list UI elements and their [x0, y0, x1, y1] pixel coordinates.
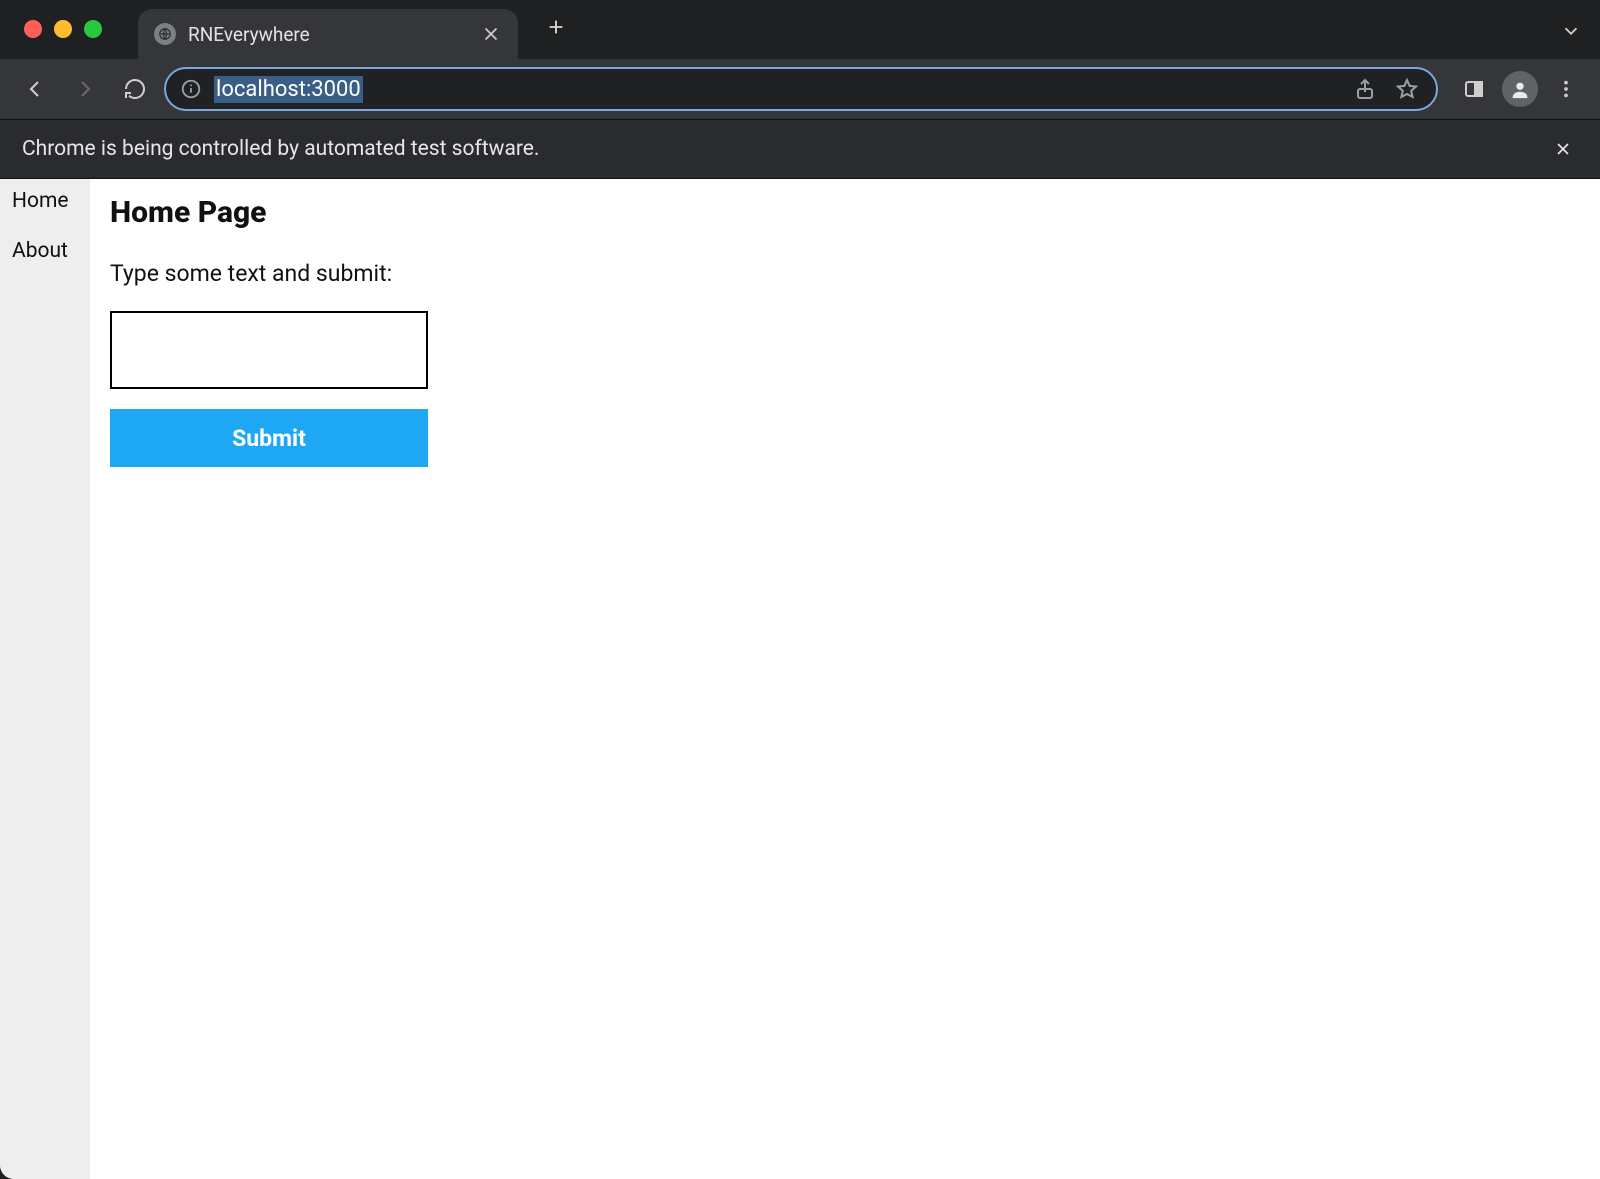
share-icon[interactable]: [1350, 74, 1380, 104]
omnibox-actions: [1350, 74, 1422, 104]
browser-tab[interactable]: RNEverywhere: [138, 9, 518, 59]
close-icon[interactable]: [1548, 134, 1578, 164]
bookmark-icon[interactable]: [1392, 74, 1422, 104]
main-content: Home Page Type some text and submit: Sub…: [90, 179, 1600, 1179]
reload-button[interactable]: [114, 68, 156, 110]
site-info-icon[interactable]: [180, 78, 202, 100]
automation-infobar: Chrome is being controlled by automated …: [0, 119, 1600, 179]
menu-icon[interactable]: [1546, 69, 1586, 109]
text-input[interactable]: [110, 311, 428, 389]
globe-icon: [154, 23, 176, 45]
window-maximize-button[interactable]: [84, 20, 102, 38]
panel-icon[interactable]: [1454, 69, 1494, 109]
profile-avatar[interactable]: [1502, 71, 1538, 107]
back-button[interactable]: [14, 68, 56, 110]
address-bar[interactable]: localhost:3000: [164, 67, 1438, 111]
sidebar-item-about[interactable]: About: [12, 239, 90, 263]
infobar-text: Chrome is being controlled by automated …: [22, 137, 539, 161]
submit-button[interactable]: Submit: [110, 409, 428, 467]
page-viewport: Home About Home Page Type some text and …: [0, 179, 1600, 1179]
forward-button[interactable]: [64, 68, 106, 110]
toolbar: localhost:3000: [0, 59, 1600, 119]
form-prompt: Type some text and submit:: [110, 260, 1580, 287]
tab-strip: RNEverywhere: [0, 0, 1600, 59]
sidebar: Home About: [0, 179, 90, 1179]
window-controls: [24, 20, 102, 38]
chevron-down-icon[interactable]: [1560, 20, 1582, 46]
window-minimize-button[interactable]: [54, 20, 72, 38]
new-tab-button[interactable]: [538, 9, 574, 45]
page-title: Home Page: [110, 195, 1580, 230]
url-text[interactable]: localhost:3000: [214, 76, 1338, 103]
tab-title: RNEverywhere: [188, 23, 468, 46]
close-icon[interactable]: [480, 23, 502, 45]
sidebar-item-home[interactable]: Home: [12, 189, 90, 213]
window-close-button[interactable]: [24, 20, 42, 38]
toolbar-right: [1446, 69, 1586, 109]
browser-chrome: RNEverywhere localhost:3000: [0, 0, 1600, 179]
